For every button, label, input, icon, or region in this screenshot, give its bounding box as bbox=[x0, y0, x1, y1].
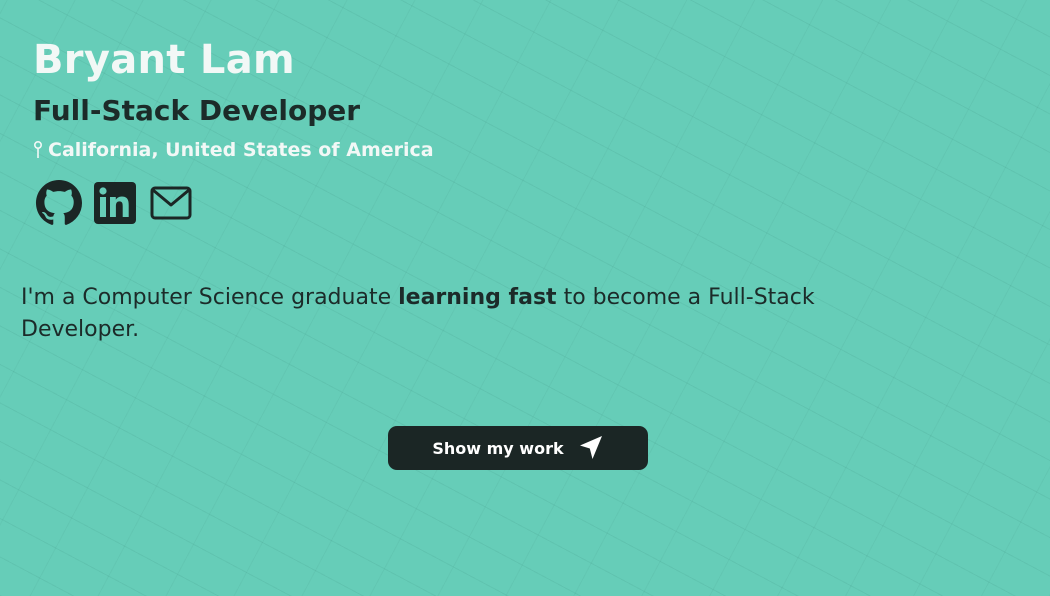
mail-icon bbox=[150, 186, 192, 220]
show-my-work-button[interactable]: Show my work bbox=[388, 426, 648, 470]
email-link[interactable] bbox=[148, 179, 194, 227]
linkedin-link[interactable] bbox=[92, 179, 138, 227]
profile-location: California, United States of America bbox=[33, 138, 434, 162]
send-icon bbox=[578, 435, 604, 461]
bio-text: I'm a Computer Science graduate learning… bbox=[21, 282, 841, 346]
show-my-work-label: Show my work bbox=[432, 438, 564, 458]
profile-name: Bryant Lam bbox=[33, 37, 295, 83]
location-pin-icon bbox=[33, 140, 43, 160]
social-links bbox=[36, 179, 194, 227]
github-link[interactable] bbox=[36, 179, 82, 227]
bio-intro: I'm a Computer Science graduate bbox=[21, 285, 399, 310]
bio-emphasis: learning fast bbox=[398, 285, 557, 310]
profile-title: Full-Stack Developer bbox=[33, 94, 361, 127]
linkedin-icon bbox=[94, 182, 136, 224]
hero-section: Bryant Lam Full-Stack Developer Californ… bbox=[0, 0, 1050, 596]
location-text: California, United States of America bbox=[48, 139, 434, 161]
github-icon bbox=[36, 180, 82, 225]
